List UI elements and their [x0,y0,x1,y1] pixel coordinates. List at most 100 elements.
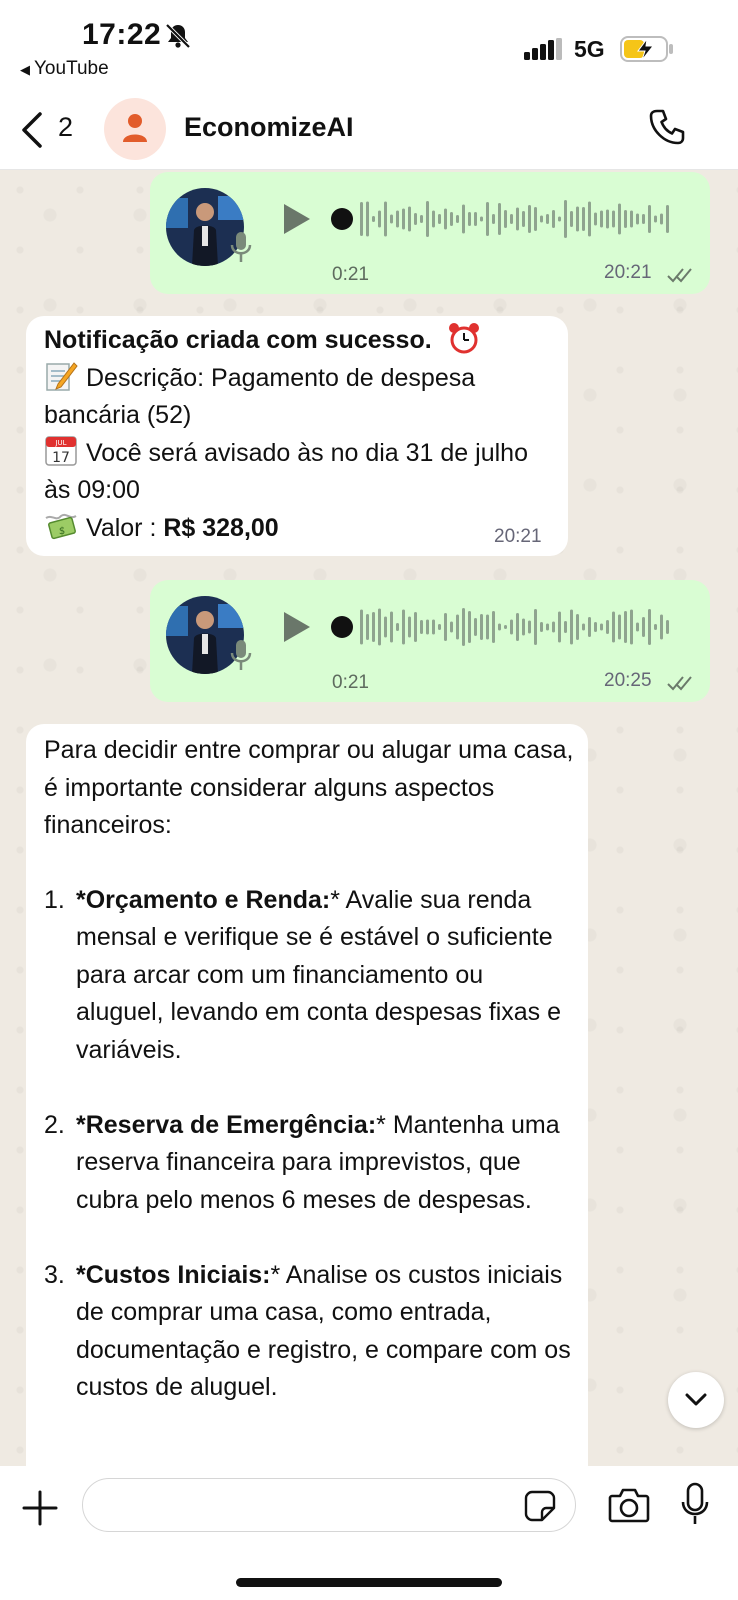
status-bar: 17:22 ◀ YouTube 5G [0,0,738,90]
phone-call-icon[interactable] [648,108,686,146]
waveform-bar [570,609,573,645]
waveform-bar [438,624,441,630]
waveform-bar [396,623,399,631]
waveform-bar [642,214,645,224]
back-chevron-icon[interactable] [18,110,46,150]
waveform-bar [588,617,591,637]
waveform-bar [642,617,645,637]
chat-area[interactable]: 0:21 20:21 Notificação criada com sucess… [0,170,738,1466]
list-number: 2. [44,1110,65,1139]
waveform-bar [516,207,519,231]
advice-message[interactable]: Para decidir entre comprar ou alugar uma… [26,724,588,1466]
waveform-bar [522,211,525,227]
waveform-bar [372,612,375,642]
waveform-bar [558,216,561,222]
waveform-bar [360,609,363,645]
notification-description: Descrição: Pagamento de despesa bancária… [44,363,476,430]
waveform-bar [534,207,537,231]
waveform-bar [492,214,495,224]
read-ticks-icon [667,676,692,691]
advice-intro: Para decidir entre comprar ou alugar uma… [44,736,574,839]
waveform-bar [510,619,513,635]
message-input[interactable] [82,1478,576,1532]
waveform-bar [426,201,429,237]
waveform-bar [624,210,627,228]
contact-name[interactable]: EconomizeAI [184,112,354,143]
waveform-bar [618,614,621,640]
unread-count[interactable]: 2 [58,112,73,143]
waveform-bar [666,205,669,233]
waveform-bar [426,619,429,635]
waveform-bar [564,621,567,633]
home-indicator[interactable] [236,1578,502,1587]
waveform-bar [528,620,531,634]
waveform-bar [450,621,453,633]
list-item-title: *Orçamento e Renda: [76,885,331,914]
person-icon [123,114,147,142]
waveform-bar [570,211,573,227]
play-icon[interactable] [282,610,312,644]
waveform-bar [510,214,513,224]
waveform-bar [606,209,609,229]
sticker-icon[interactable] [524,1490,556,1522]
back-to-app-link[interactable]: ◀ YouTube [20,58,109,80]
waveform-bar [504,625,507,629]
waveform-bar [474,618,477,636]
waveform-bar [534,609,537,645]
waveform-bar [414,213,417,225]
notification-title: Notificação criada com sucesso. [44,326,432,354]
play-icon[interactable] [282,202,312,236]
waveform-bar [378,608,381,646]
waveform-bar [600,210,603,228]
calendar-month: JUL [54,439,66,447]
waveform-bar [546,623,549,631]
waveform-bar [480,216,483,222]
notification-message[interactable]: Notificação criada com sucesso. Descriçã… [26,316,568,556]
audio-waveform[interactable] [330,602,680,652]
waveform-bar [522,618,525,636]
microphone-icon[interactable] [680,1482,710,1526]
voice-message[interactable]: 0:21 20:25 [150,580,710,702]
waveform-bar [612,611,615,643]
waveform-bar [432,210,435,228]
audio-waveform[interactable] [330,194,680,244]
calendar-icon: JUL 17 [45,435,77,466]
chevron-down-icon [685,1393,707,1406]
plus-icon[interactable] [20,1488,60,1528]
microphone-icon [230,640,252,670]
waveform-bar [588,201,591,237]
list-item: 2. *Reserva de Emergência:* Mantenha uma… [44,1107,574,1220]
advice-list: 1. *Orçamento e Renda:* Avalie sua renda… [44,882,574,1407]
waveform-bar [468,611,471,643]
waveform-bar [582,207,585,231]
waveform-bar [498,203,501,235]
message-time: 20:25 [604,670,652,691]
waveform-bar [648,205,651,233]
waveform-bar [468,212,471,226]
list-item-title: *Reserva de Emergência: [76,1110,377,1139]
waveform-bar [654,215,657,223]
waveform-bar [618,203,621,235]
waveform-bar [462,204,465,234]
waveform-bar [540,622,543,632]
waveform-bar [456,215,459,223]
waveform-bar [450,212,453,226]
voice-duration: 0:21 [332,264,369,285]
waveform-bar [462,608,465,646]
read-ticks-icon [667,268,692,283]
waveform-bar [402,609,405,645]
waveform-bar [594,622,597,632]
waveform-bar [606,620,609,634]
waveform-bar [438,214,441,224]
list-number: 1. [44,885,65,914]
voice-duration: 0:21 [332,672,369,693]
message-time: 20:21 [604,262,652,283]
memo-icon [46,361,78,391]
waveform-bar [366,614,369,640]
contact-avatar[interactable] [104,98,166,160]
camera-icon[interactable] [608,1486,650,1524]
voice-message[interactable]: 0:21 20:21 [150,172,710,294]
scroll-down-button[interactable] [668,1372,724,1428]
input-bar [0,1466,738,1600]
waveform-bar [444,613,447,641]
